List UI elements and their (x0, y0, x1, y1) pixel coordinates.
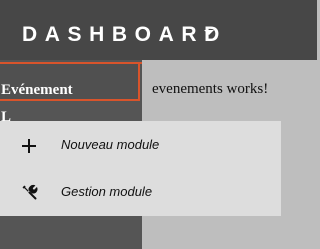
plus-icon (22, 139, 36, 153)
top-bar: DASHBOARD (0, 0, 317, 60)
menu-item-label: Gestion module (61, 184, 153, 199)
sidebar-item-label: Evénement (1, 82, 73, 98)
wrench-icon (22, 184, 38, 200)
menu-item-gestion-module[interactable]: Gestion module (0, 169, 281, 215)
page-content-text: evenements works! (152, 81, 269, 97)
dashboard-menu-toggle[interactable]: DASHBOARD (22, 22, 227, 48)
sidebar-item-evenement[interactable]: Evénement (0, 64, 140, 101)
sidebar-item-label[interactable]: L (1, 110, 11, 121)
menu-item-nouveau-module[interactable]: Nouveau module (0, 121, 281, 167)
caret-down-icon[interactable] (204, 30, 214, 35)
menu-item-label: Nouveau module (61, 137, 160, 152)
dropdown-menu: Nouveau module Gestion module (0, 121, 281, 216)
